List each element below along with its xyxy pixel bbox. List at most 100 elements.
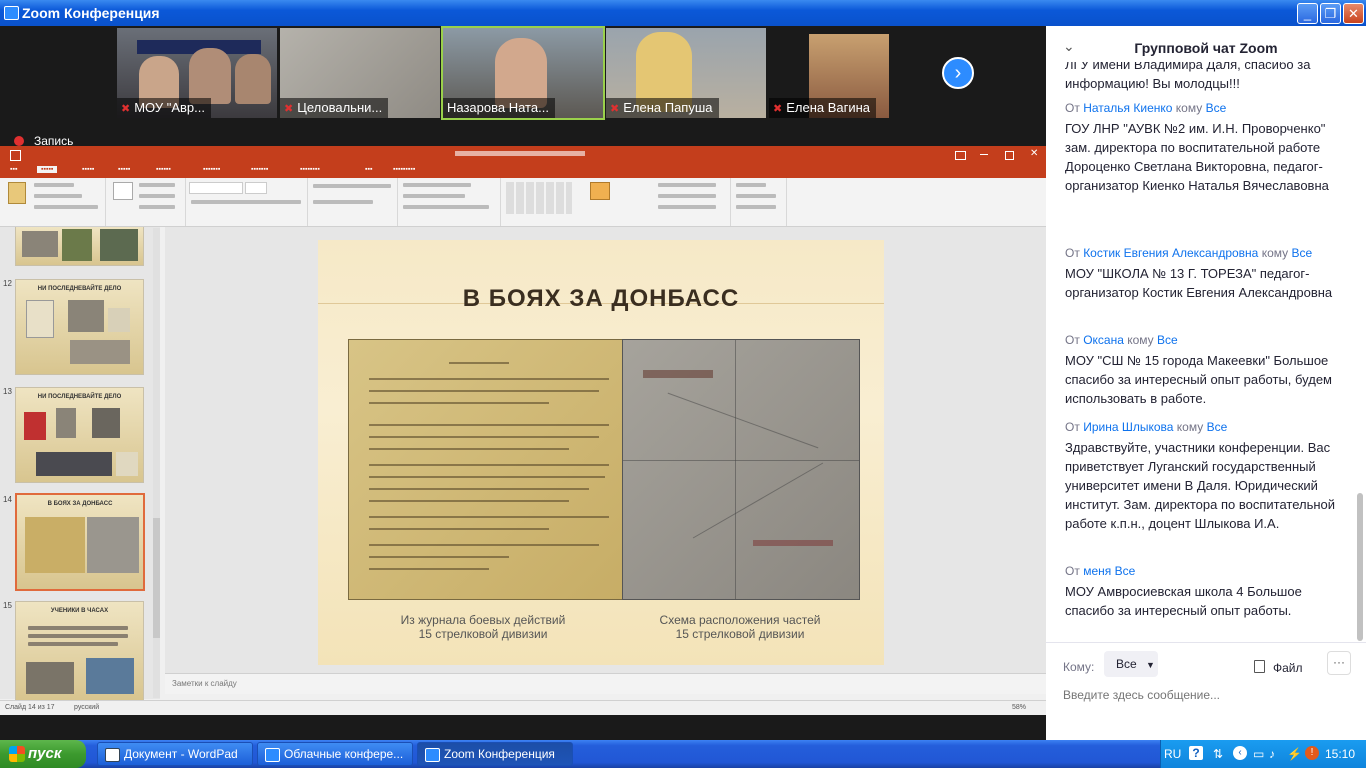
participant-video[interactable]: ✖ Елена Папуша xyxy=(606,28,766,118)
tab-home: ▪▪▪▪▪ xyxy=(37,166,58,173)
ribbon-options-icon xyxy=(955,151,966,160)
person-image xyxy=(189,48,231,104)
slide-title: В БОЯХ ЗА ДОНБАСС xyxy=(462,285,740,312)
ppt-ribbon xyxy=(0,178,1046,227)
thumbnails-scrollbar[interactable] xyxy=(153,228,160,698)
sender-name: Ирина Шлыкова xyxy=(1083,420,1174,434)
chevron-right-icon: › xyxy=(954,62,962,84)
chat-scrollbar[interactable] xyxy=(1356,68,1364,642)
slide-thumbnails-pane[interactable]: 12 НИ ПОСЛЕДНЕВАЙТЕ ДЕЛО 13 НИ ПОСЛЕДНЕВ… xyxy=(0,227,160,701)
video-strip: ✖ МОУ "Авр... ✖ Целовальни... Назарова Нат… xyxy=(0,26,1046,120)
maximize-button[interactable]: ❐ xyxy=(1320,3,1341,24)
mic-muted-icon: ✖ xyxy=(121,103,131,115)
chevron-left-icon[interactable]: ‹ xyxy=(1233,746,1247,760)
unit-positions-map-image xyxy=(622,339,860,600)
taskbar-item-cloud-conference[interactable]: Облачные конфере... xyxy=(257,742,413,766)
paste-icon xyxy=(8,182,26,204)
drawing-group xyxy=(500,178,731,226)
slide-thumbnail[interactable]: НИ ПОСЛЕДНЕВАЙТЕ ДЕЛО xyxy=(15,387,144,483)
document-title-text xyxy=(455,151,585,156)
system-tray: RU ? ⇅ ‹ ▭ ♪ ⚡ ! 15:10 xyxy=(1160,740,1366,768)
start-button[interactable]: пуск xyxy=(0,740,86,768)
recipient-dropdown[interactable]: Все ▼ xyxy=(1104,651,1158,677)
tab-view: ▪▪▪ xyxy=(365,166,373,173)
chevron-down-icon: ▼ xyxy=(1146,660,1155,670)
tab-file: ▪▪▪ xyxy=(10,166,18,173)
volume-icon[interactable]: ♪ xyxy=(1269,747,1275,761)
chat-panel: ⌄ Групповой чат Zoom ЛГУ имени Владимира… xyxy=(1046,26,1366,740)
font-name-box xyxy=(189,182,243,194)
sender-name: меня xyxy=(1083,564,1112,578)
message-input[interactable] xyxy=(1063,688,1353,702)
help-icon[interactable]: ? xyxy=(1189,746,1203,760)
minimize-button[interactable]: _ xyxy=(1297,3,1318,24)
recipient-name: Все xyxy=(1114,564,1136,578)
chat-messages[interactable]: ЛГУ имени Владимира Даля, спасибо за инф… xyxy=(1046,62,1354,642)
chat-message: От Костик Евгения Александровна кому Все… xyxy=(1065,246,1333,300)
current-slide[interactable]: В БОЯХ ЗА ДОНБАСС Из журнала боевых дейс… xyxy=(318,240,884,665)
chat-message: От меня Все МОУ Амвросиевская школа 4 Бо… xyxy=(1065,564,1302,618)
slide-thumbnail[interactable] xyxy=(15,227,144,266)
more-options-button[interactable]: ··· xyxy=(1327,651,1351,675)
sender-name: Костик Евгения Александровна xyxy=(1083,246,1259,260)
display-icon[interactable]: ▭ xyxy=(1253,747,1264,761)
windows-logo-icon xyxy=(9,746,25,762)
sender-name: Оксана xyxy=(1083,333,1124,347)
participant-name: Назарова Ната... xyxy=(443,98,555,118)
slide-number: 13 xyxy=(3,387,12,396)
chat-message: От Наталья Киенко кому Все ГОУ ЛНР "АУВК… xyxy=(1065,101,1329,193)
tab-review: ▪▪▪▪▪▪▪▪ xyxy=(300,166,320,173)
editing-group xyxy=(730,178,787,226)
window-title: Zoom Конференция xyxy=(22,5,160,21)
new-slide-icon xyxy=(113,182,133,200)
participant-name: ✖ Елена Вагина xyxy=(769,98,877,118)
recipient-name: Все xyxy=(1205,101,1227,115)
tab-design: ▪▪▪▪▪ xyxy=(118,166,131,173)
wordpad-icon xyxy=(105,748,120,762)
recipient-name: Все xyxy=(1157,333,1178,347)
security-icon[interactable]: ⚡ xyxy=(1287,747,1302,761)
participant-video-active-speaker[interactable]: Назарова Ната... xyxy=(441,26,605,120)
slide-number: 14 xyxy=(3,495,12,504)
tab-transitions: ▪▪▪▪▪▪ xyxy=(156,166,171,173)
participant-video[interactable]: ✖ Елена Вагина xyxy=(769,28,929,118)
tab-insert: ▪▪▪▪▪ xyxy=(82,166,95,173)
participant-video[interactable]: ✖ Целовальни... xyxy=(280,28,440,118)
zoom-icon xyxy=(265,748,280,762)
slide-notes-pane[interactable]: Заметки к слайду xyxy=(165,673,1046,694)
font-group xyxy=(185,178,308,226)
slide-thumbnail[interactable]: УЧЕНИКИ В ЧАСАХ xyxy=(15,601,144,701)
network-icon[interactable]: ⇅ xyxy=(1213,747,1223,761)
ppt-ribbon-tabs: ▪▪▪ ▪▪▪▪▪ ▪▪▪▪▪ ▪▪▪▪▪ ▪▪▪▪▪▪ ▪▪▪▪▪▪▪ ▪▪▪… xyxy=(0,164,1046,178)
to-label: Кому: xyxy=(1063,660,1095,674)
windows-taskbar: пуск Документ - WordPad Облачные конфере… xyxy=(0,740,1366,768)
slide-thumbnail[interactable]: НИ ПОСЛЕДНЕВАЙТЕ ДЕЛО xyxy=(15,279,144,375)
participant-name: ✖ Целовальни... xyxy=(280,98,389,118)
close-icon: ✕ xyxy=(1030,148,1039,159)
file-button[interactable]: Файл xyxy=(1254,660,1303,675)
thumb-title: В БОЯХ ЗА ДОНБАСС xyxy=(47,501,113,507)
language-indicator[interactable]: RU xyxy=(1164,747,1181,761)
window-title-bar[interactable]: Zoom Конференция _ ❐ ✕ xyxy=(0,0,1366,26)
slide-number: 12 xyxy=(3,279,12,288)
caption-journal: Из журнала боевых действий 15 стрелковой … xyxy=(400,613,566,641)
person-image xyxy=(235,54,271,104)
taskbar-item-wordpad[interactable]: Документ - WordPad xyxy=(97,742,253,766)
shared-screen-powerpoint: ✕ ▪▪▪ ▪▪▪▪▪ ▪▪▪▪▪ ▪▪▪▪▪ ▪▪▪▪▪▪ ▪▪▪▪▪▪▪ ▪… xyxy=(0,146,1046,715)
recipient-name: Все xyxy=(1206,420,1228,434)
mic-muted-icon: ✖ xyxy=(284,103,294,115)
warning-icon[interactable]: ! xyxy=(1305,746,1319,760)
ppt-title-bar: ✕ xyxy=(0,146,1046,164)
slide-thumbnail-selected[interactable]: В БОЯХ ЗА ДОНБАСС xyxy=(15,493,145,591)
participant-video[interactable]: ✖ МОУ "Авр... xyxy=(117,28,277,118)
tab-slideshow: ▪▪▪▪▪▪▪ xyxy=(251,166,269,173)
taskbar-item-zoom[interactable]: Zoom Конференция xyxy=(417,742,573,766)
thumb-title: УЧЕНИКИ В ЧАСАХ xyxy=(50,608,109,614)
slide-counter: Слайд 14 из 17 xyxy=(5,704,55,711)
close-button[interactable]: ✕ xyxy=(1343,3,1364,24)
clock: 15:10 xyxy=(1325,747,1356,761)
zoom-icon xyxy=(425,748,440,762)
next-page-button[interactable]: › xyxy=(942,57,974,89)
arrange-icon xyxy=(590,182,610,200)
minimize-icon xyxy=(980,154,988,155)
